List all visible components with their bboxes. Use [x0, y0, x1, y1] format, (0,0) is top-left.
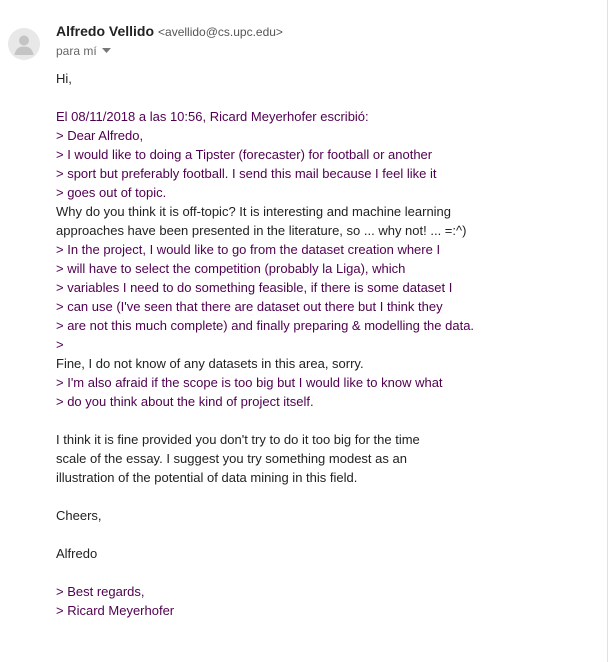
quoted-line: > are not this much complete) and finall…: [56, 318, 475, 333]
recipient-details-toggle[interactable]: para mí: [56, 43, 111, 59]
quoted-line: > I'm also afraid if the scope is too bi…: [56, 375, 443, 390]
reply-line: scale of the essay. I suggest you try so…: [56, 451, 407, 466]
reply-line: Hi,: [56, 71, 72, 86]
quoted-line: >: [56, 337, 64, 352]
quoted-line: > Best regards,: [56, 584, 145, 599]
sender-avatar[interactable]: [8, 28, 40, 60]
reply-line: I think it is fine provided you don't tr…: [56, 432, 420, 447]
message-body: Hi, El 08/11/2018 a las 10:56, Ricard Mey…: [56, 69, 596, 620]
caret-down-icon[interactable]: [101, 48, 111, 54]
reply-line: approaches have been presented in the li…: [56, 223, 467, 238]
quoted-line: > will have to select the competition (p…: [56, 261, 406, 276]
person-icon: [14, 35, 34, 55]
reply-line: Why do you think it is off-topic? It is …: [56, 204, 452, 219]
quoted-line: > sport but preferably football. I send …: [56, 166, 437, 181]
reply-line: Cheers,: [56, 508, 102, 523]
reply-line: Alfredo: [56, 546, 98, 561]
sender-email: <avellido@cs.upc.edu>: [158, 25, 283, 39]
quoted-line: > goes out of topic.: [56, 185, 167, 200]
quoted-line: El 08/11/2018 a las 10:56, Ricard Meyerh…: [56, 109, 369, 124]
sender-name[interactable]: Alfredo Vellido: [56, 23, 154, 39]
sender-line: Alfredo Vellido <avellido@cs.upc.edu>: [56, 22, 283, 41]
quoted-line: > In the project, I would like to go fro…: [56, 242, 441, 257]
quoted-line: > do you think about the kind of project…: [56, 394, 314, 409]
quoted-line: > Ricard Meyerhofer: [56, 603, 175, 618]
reply-line: Fine, I do not know of any datasets in t…: [56, 356, 364, 371]
recipient-label: para mí: [56, 44, 97, 58]
quoted-line: > variables I need to do something feasi…: [56, 280, 453, 295]
quoted-line: > I would like to doing a Tipster (forec…: [56, 147, 433, 162]
reply-line: illustration of the potential of data mi…: [56, 470, 358, 485]
quoted-line: > can use (I've seen that there are data…: [56, 299, 443, 314]
quoted-line: > Dear Alfredo,: [56, 128, 144, 143]
message-header: Alfredo Vellido <avellido@cs.upc.edu> par…: [0, 0, 600, 70]
